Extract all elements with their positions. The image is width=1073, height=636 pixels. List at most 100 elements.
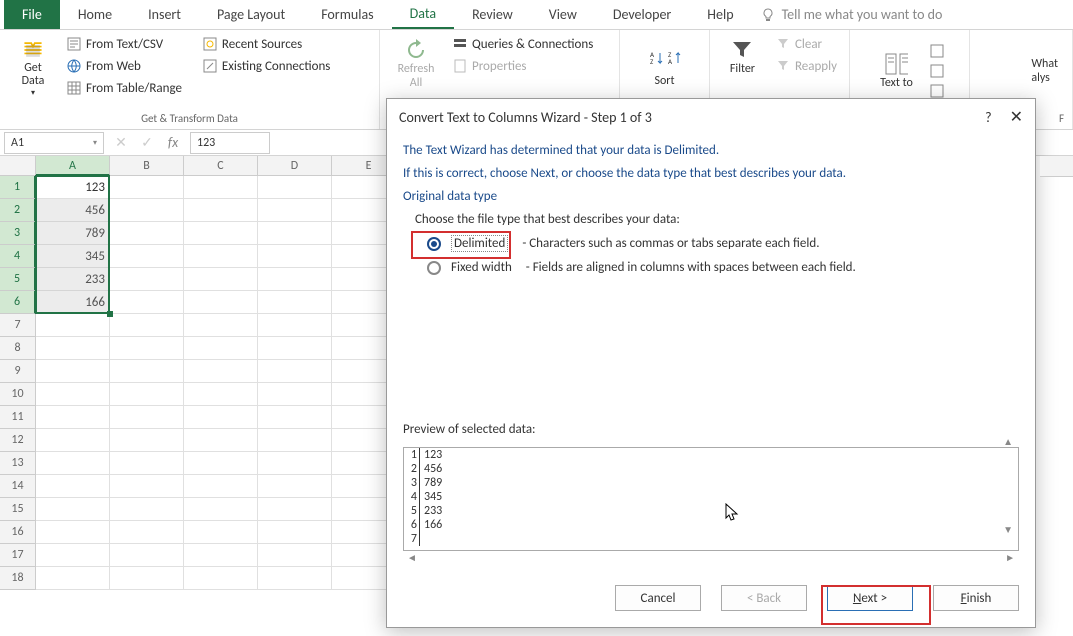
cell[interactable]: [258, 498, 332, 521]
cell[interactable]: 166: [36, 291, 110, 314]
tab-review[interactable]: Review: [454, 0, 531, 29]
cell[interactable]: [258, 406, 332, 429]
cell[interactable]: [110, 291, 184, 314]
cell[interactable]: [110, 268, 184, 291]
row-header-4[interactable]: 4: [0, 245, 36, 268]
row-header-8[interactable]: 8: [0, 337, 36, 360]
select-all-corner[interactable]: [0, 156, 36, 176]
properties-button[interactable]: Properties: [448, 56, 597, 76]
get-data-button[interactable]: Get Data ▾: [8, 34, 58, 102]
cell[interactable]: [258, 429, 332, 452]
cell[interactable]: [184, 521, 258, 544]
cell[interactable]: [36, 521, 110, 544]
col-header-d[interactable]: D: [258, 156, 332, 176]
row-header-6[interactable]: 6: [0, 291, 36, 314]
cell[interactable]: [36, 544, 110, 567]
cell[interactable]: 456: [36, 199, 110, 222]
tab-file[interactable]: File: [4, 0, 60, 29]
cell[interactable]: [110, 498, 184, 521]
col-header-a[interactable]: A: [36, 156, 110, 176]
cell[interactable]: [184, 291, 258, 314]
cell[interactable]: [258, 567, 332, 590]
row-header-7[interactable]: 7: [0, 314, 36, 337]
cell[interactable]: [110, 222, 184, 245]
cell[interactable]: [110, 383, 184, 406]
fill-handle[interactable]: [107, 311, 113, 317]
cell[interactable]: [36, 406, 110, 429]
cell[interactable]: [258, 360, 332, 383]
cell[interactable]: [184, 360, 258, 383]
scroll-up-icon[interactable]: ▲: [1003, 435, 1013, 448]
row-header-11[interactable]: 11: [0, 406, 36, 429]
next-button[interactable]: Next >: [827, 585, 913, 611]
cell[interactable]: [110, 521, 184, 544]
scroll-left-icon[interactable]: ◄: [407, 551, 417, 564]
cell[interactable]: [258, 199, 332, 222]
cell[interactable]: [184, 429, 258, 452]
cell[interactable]: [184, 245, 258, 268]
radio-delimited[interactable]: [427, 237, 441, 251]
row-header-16[interactable]: 16: [0, 521, 36, 544]
cell[interactable]: [184, 406, 258, 429]
cell[interactable]: [110, 360, 184, 383]
cell[interactable]: [258, 291, 332, 314]
cell[interactable]: [258, 245, 332, 268]
data-validation-icon[interactable]: [929, 83, 945, 99]
cell[interactable]: 789: [36, 222, 110, 245]
clear-button[interactable]: Clear: [771, 34, 841, 54]
tell-me-search[interactable]: Tell me what you want to do: [760, 0, 943, 29]
cell[interactable]: [184, 498, 258, 521]
row-header-12[interactable]: 12: [0, 429, 36, 452]
row-header-13[interactable]: 13: [0, 452, 36, 475]
sort-az-icon[interactable]: AZ: [648, 50, 664, 66]
formula-input[interactable]: 123: [190, 132, 270, 154]
cell[interactable]: [110, 544, 184, 567]
col-header-b[interactable]: B: [110, 156, 184, 176]
row-header-15[interactable]: 15: [0, 498, 36, 521]
radio-fixed-width[interactable]: [427, 261, 441, 275]
fx-icon[interactable]: fx: [160, 134, 186, 151]
cell[interactable]: [258, 222, 332, 245]
tab-insert[interactable]: Insert: [130, 0, 199, 29]
cell[interactable]: [36, 383, 110, 406]
row-header-5[interactable]: 5: [0, 268, 36, 291]
tab-data[interactable]: Data: [392, 0, 454, 29]
tab-home[interactable]: Home: [60, 0, 130, 29]
from-table-range-button[interactable]: From Table/Range: [62, 78, 186, 98]
cell[interactable]: [36, 475, 110, 498]
cell[interactable]: [110, 475, 184, 498]
tab-help[interactable]: Help: [689, 0, 751, 29]
radio-fixed-width-row[interactable]: Fixed width - Fields are aligned in colu…: [427, 260, 1019, 275]
finish-button[interactable]: Finish: [933, 585, 1019, 611]
cancel-formula-icon[interactable]: ✕: [108, 134, 134, 151]
recent-sources-button[interactable]: Recent Sources: [198, 34, 334, 54]
row-header-1[interactable]: 1: [0, 176, 36, 199]
scroll-down-icon[interactable]: ▼: [1003, 523, 1013, 536]
tab-developer[interactable]: Developer: [595, 0, 689, 29]
row-header-17[interactable]: 17: [0, 544, 36, 567]
cell[interactable]: [184, 314, 258, 337]
cell[interactable]: [184, 475, 258, 498]
cell[interactable]: [258, 383, 332, 406]
row-header-3[interactable]: 3: [0, 222, 36, 245]
cell[interactable]: [258, 176, 332, 199]
cell[interactable]: [36, 567, 110, 590]
filter-button[interactable]: Filter: [718, 34, 767, 80]
cell[interactable]: [110, 567, 184, 590]
cell[interactable]: [184, 544, 258, 567]
col-header-n[interactable]: N: [1040, 156, 1073, 177]
cell[interactable]: [110, 429, 184, 452]
queries-connections-button[interactable]: Queries & Connections: [448, 34, 597, 54]
cell[interactable]: [184, 199, 258, 222]
cell[interactable]: [110, 452, 184, 475]
cell[interactable]: [36, 429, 110, 452]
cell[interactable]: 123: [36, 176, 110, 199]
col-header-c[interactable]: C: [184, 156, 258, 176]
text-to-columns-button[interactable]: Text to: [874, 48, 919, 94]
cell[interactable]: [184, 222, 258, 245]
tab-formulas[interactable]: Formulas: [303, 0, 391, 29]
row-header-14[interactable]: 14: [0, 475, 36, 498]
cell[interactable]: [184, 176, 258, 199]
cell[interactable]: [184, 567, 258, 590]
cell[interactable]: [184, 452, 258, 475]
